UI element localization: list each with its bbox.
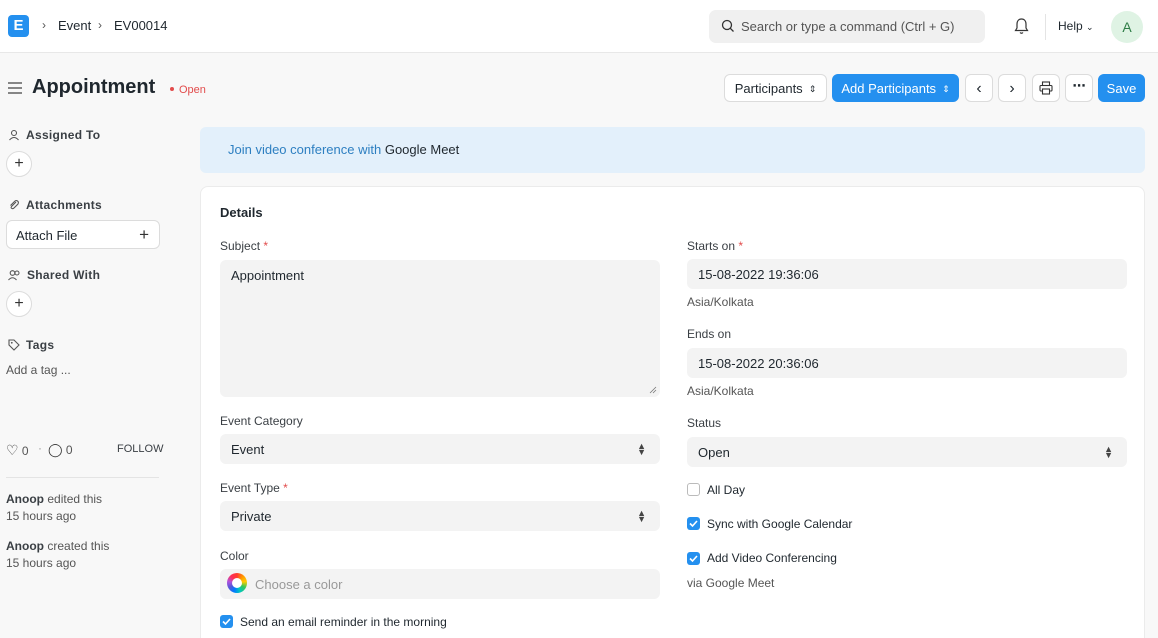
avatar[interactable]: A [1111, 11, 1143, 43]
event-type-select[interactable]: Private ▲ ▼ [220, 501, 660, 531]
bell-icon[interactable] [1013, 17, 1030, 35]
plus-icon: + [14, 155, 24, 172]
separator-dot: · [38, 441, 42, 455]
attach-file-button[interactable]: Attach File + [6, 220, 160, 249]
checkmark-icon [689, 555, 698, 563]
color-label: Color [220, 549, 249, 563]
plus-icon: + [14, 295, 24, 312]
chevron-right-icon: › [1009, 80, 1015, 97]
chevron-down-icon: ⌄ [1086, 22, 1094, 32]
follow-button[interactable]: FOLLOW [117, 443, 163, 455]
join-conference-link[interactable]: Join video conference with Google Meet [228, 142, 459, 157]
assigned-to-label: Assigned To [8, 128, 100, 142]
breadcrumb-record[interactable]: EV00014 [114, 18, 168, 33]
sync-google-calendar-checkbox[interactable] [687, 517, 700, 530]
more-actions-button[interactable]: ⋯ [1065, 74, 1093, 102]
status-select[interactable]: Open ▲ ▼ [687, 437, 1127, 467]
sort-arrows-icon: ⇕ [942, 84, 950, 94]
likes-count[interactable]: ♡ 0 [6, 442, 29, 459]
breadcrumb-chevron-icon: › [42, 18, 46, 32]
event-category-select[interactable]: Event ▲ ▼ [220, 434, 660, 464]
save-button[interactable]: Save [1098, 74, 1145, 102]
starts-on-timezone: Asia/Kolkata [687, 295, 754, 309]
chevron-left-icon: ‹ [976, 80, 982, 97]
ends-on-label: Ends on [687, 327, 732, 341]
send-reminder-checkbox[interactable] [220, 615, 233, 628]
print-button[interactable] [1032, 74, 1060, 102]
sidebar-divider [6, 477, 159, 478]
event-type-label: Event Type * [220, 481, 288, 495]
attachments-label: Attachments [8, 198, 102, 212]
checkmark-icon [689, 520, 698, 528]
subject-label: Subject * [220, 239, 269, 253]
starts-on-label: Starts on * [687, 239, 744, 253]
participants-button[interactable]: Participants ⇕ [724, 74, 827, 102]
users-icon [8, 269, 20, 281]
checkmark-icon [222, 618, 231, 626]
add-video-conferencing-checkbox[interactable] [687, 552, 700, 565]
section-title: Details [220, 205, 263, 220]
all-day-label: All Day [707, 483, 746, 497]
select-arrows-icon: ▲ ▼ [637, 441, 646, 457]
event-category-label: Event Category [220, 414, 303, 428]
all-day-checkbox[interactable] [687, 483, 700, 496]
sidebar-toggle-icon[interactable] [8, 82, 22, 94]
app-logo[interactable]: E [8, 15, 29, 37]
printer-icon [1039, 81, 1053, 95]
activity-item: Anoop created this 15 hours ago [6, 539, 110, 570]
status-badge: Open [164, 81, 212, 99]
ends-on-input[interactable]: 15-08-2022 20:36:06 [687, 348, 1127, 378]
select-arrows-icon: ▲ ▼ [1104, 444, 1113, 460]
add-tag-link[interactable]: Add a tag ... [6, 363, 71, 377]
tags-label: Tags [8, 338, 54, 352]
via-google-meet: via Google Meet [687, 576, 775, 590]
status-label: Status [687, 416, 722, 430]
help-dropdown[interactable]: Help ⌄ [1058, 19, 1094, 33]
heart-icon: ♡ [6, 442, 19, 458]
navbar: E › Event › EV00014 Search or type a com… [0, 0, 1158, 53]
color-picker-input[interactable]: Choose a color [220, 569, 660, 599]
activity-item: Anoop edited this 15 hours ago [6, 492, 103, 523]
comment-icon: ◯ [48, 442, 63, 457]
select-arrows-icon: ▲ ▼ [637, 508, 646, 524]
sort-arrows-icon: ⇕ [808, 84, 817, 94]
sync-google-calendar-label: Sync with Google Calendar [707, 517, 853, 531]
breadcrumb-event[interactable]: Event [58, 18, 91, 33]
add-video-conferencing-label: Add Video Conferencing [707, 551, 837, 565]
previous-record-button[interactable]: ‹ [965, 74, 993, 102]
search-icon [721, 19, 734, 32]
shared-with-label: Shared With [8, 268, 100, 282]
starts-on-input[interactable]: 15-08-2022 19:36:06 [687, 259, 1127, 289]
user-icon [9, 129, 19, 141]
video-conference-banner: Join video conference with Google Meet [200, 127, 1145, 173]
paperclip-icon [10, 199, 19, 210]
search-input[interactable]: Search or type a command (Ctrl + G) [709, 10, 985, 43]
comments-count[interactable]: ◯ 0 [48, 442, 73, 458]
next-record-button[interactable]: › [998, 74, 1026, 102]
add-share-button[interactable]: + [6, 291, 32, 317]
tag-icon [8, 339, 20, 351]
subject-textarea[interactable]: Appointment [220, 260, 660, 397]
plus-icon: + [139, 225, 149, 244]
page-title: Appointment [32, 76, 156, 98]
navbar-divider [1045, 14, 1046, 40]
ellipsis-icon: ⋯ [1072, 78, 1086, 93]
ends-on-timezone: Asia/Kolkata [687, 384, 754, 398]
color-wheel-icon [227, 573, 247, 593]
breadcrumb-chevron-icon: › [98, 18, 102, 32]
search-placeholder: Search or type a command (Ctrl + G) [741, 19, 955, 34]
add-assignee-button[interactable]: + [6, 151, 32, 177]
resize-handle-icon[interactable] [649, 386, 657, 394]
send-reminder-label: Send an email reminder in the morning [240, 615, 447, 629]
form-card: Details Subject * Appointment Event Cate… [200, 186, 1145, 638]
add-participants-button[interactable]: Add Participants ⇕ [832, 74, 959, 102]
